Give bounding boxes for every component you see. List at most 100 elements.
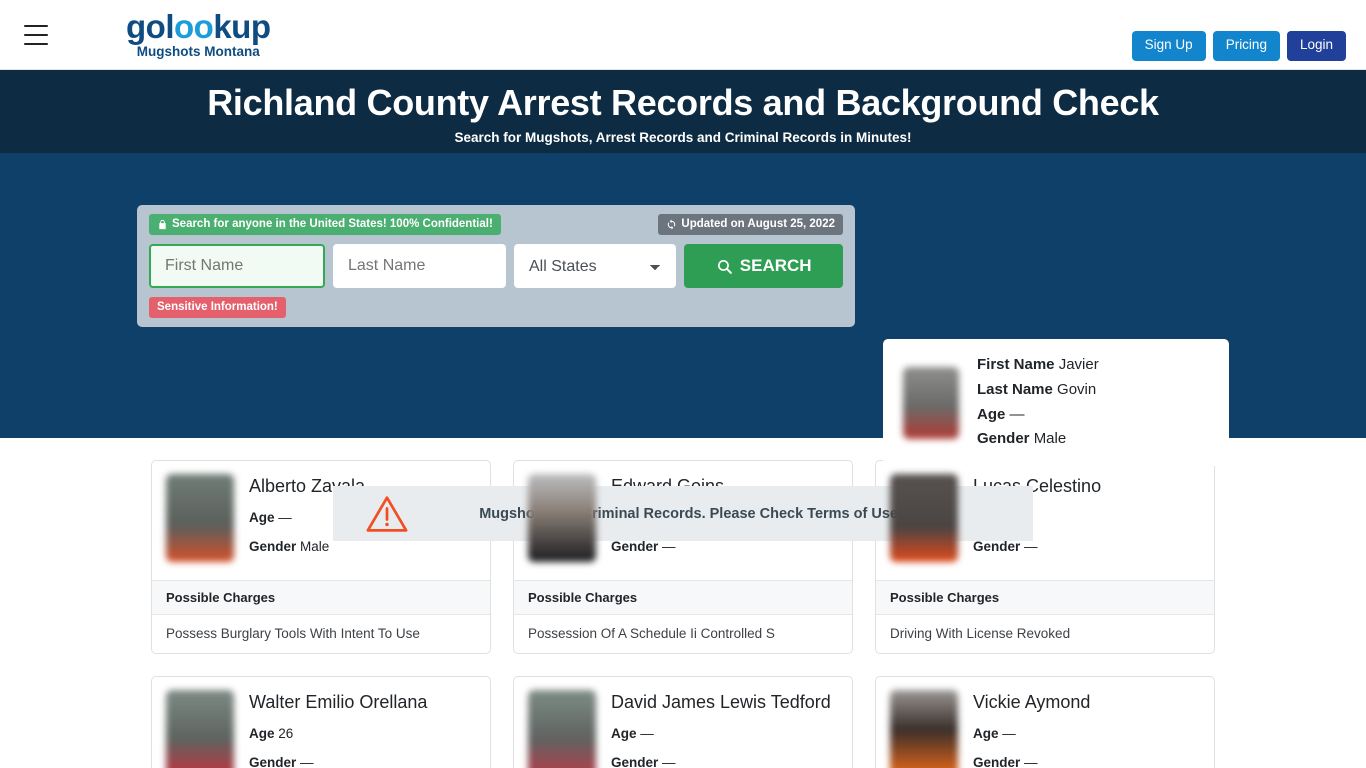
login-button[interactable]: Login	[1286, 31, 1346, 61]
result-gender: Gender —	[611, 539, 724, 554]
sync-icon	[668, 218, 676, 230]
logo-text-right: kup	[213, 8, 271, 46]
logo-wordmark: golookup	[126, 8, 271, 46]
mugshot-image	[166, 474, 234, 562]
hamburger-bar	[24, 33, 48, 36]
result-card-header: Lucas Celestino Age — Gender —	[876, 461, 1214, 580]
result-gender: Gender —	[249, 755, 427, 768]
warning-triangle-icon	[366, 495, 408, 532]
gender-value: —	[1024, 754, 1038, 768]
result-card-info: Walter Emilio Orellana Age 26 Gender —	[249, 690, 427, 768]
updated-badge-text: Updated on August 25, 2022	[681, 218, 835, 230]
logo-text-highlight: oo	[173, 8, 214, 46]
featured-gender-label: Gender	[977, 430, 1030, 448]
hamburger-menu-icon[interactable]	[24, 24, 48, 45]
featured-last-name-value: Govin	[1057, 380, 1097, 398]
age-label: Age	[249, 725, 275, 741]
featured-gender-row: Gender Male	[977, 427, 1099, 452]
mugshot-image	[890, 689, 958, 768]
age-value: —	[640, 725, 654, 741]
gender-value: Male	[300, 538, 330, 554]
result-card-header: David James Lewis Tedford Age — Gender —	[514, 677, 852, 768]
logo-text-left: gol	[126, 8, 174, 46]
lock-icon	[159, 219, 166, 229]
featured-mugshot-image	[903, 366, 959, 439]
hamburger-bar	[24, 42, 48, 45]
result-gender: Gender —	[611, 755, 831, 768]
result-name: Walter Emilio Orellana	[249, 691, 428, 712]
featured-profile-details: First Name Javier Last Name Govin Age — …	[977, 353, 1099, 452]
result-card-info: David James Lewis Tedford Age — Gender —	[611, 690, 831, 768]
gender-value: —	[300, 754, 314, 768]
result-card-header: Walter Emilio Orellana Age 26 Gender —	[152, 677, 490, 768]
possible-charges-text: Possession Of A Schedule Ii Controlled S	[528, 625, 775, 641]
first-name-input[interactable]	[149, 244, 325, 288]
featured-age-row: Age —	[977, 403, 1099, 428]
gender-label: Gender	[611, 754, 659, 768]
gender-label: Gender	[611, 538, 659, 554]
featured-last-name-row: Last Name Govin	[977, 378, 1099, 403]
nav-action-buttons: Sign Up Pricing Login	[1131, 31, 1346, 61]
confidential-badge: Search for anyone in the United States! …	[149, 214, 501, 235]
result-gender: Gender Male	[249, 539, 365, 554]
pricing-button[interactable]: Pricing	[1212, 31, 1280, 61]
result-card[interactable]: Lucas Celestino Age — Gender — Possible …	[875, 460, 1215, 654]
logo-subtitle: Mugshots Montana	[136, 44, 260, 60]
featured-gender-value: Male	[1033, 430, 1067, 448]
result-age: Age —	[973, 726, 1090, 741]
hamburger-bar	[24, 24, 48, 27]
result-name: David James Lewis Tedford	[611, 691, 831, 712]
mugshot-image	[890, 474, 958, 562]
magnifier-icon	[717, 259, 732, 274]
age-label: Age	[249, 509, 275, 525]
result-card[interactable]: Walter Emilio Orellana Age 26 Gender — P…	[151, 675, 491, 768]
mugshot-image	[528, 689, 596, 768]
result-name: Vickie Aymond	[973, 691, 1091, 712]
age-value: —	[1002, 725, 1016, 741]
updated-badge: Updated on August 25, 2022	[658, 214, 843, 235]
gender-value: —	[1024, 538, 1038, 554]
featured-profile-card[interactable]: First Name Javier Last Name Govin Age — …	[883, 339, 1229, 466]
top-navigation-bar: golookup Mugshots Montana Sign Up Pricin…	[0, 0, 1366, 70]
gender-label: Gender	[973, 538, 1021, 554]
age-value: —	[278, 509, 292, 525]
gender-value: —	[662, 538, 676, 554]
featured-last-name-label: Last Name	[977, 380, 1053, 398]
gender-label: Gender	[249, 538, 297, 554]
search-form: All States SEARCH	[149, 244, 843, 288]
gender-label: Gender	[973, 754, 1021, 768]
search-section: Search for anyone in the United States! …	[0, 153, 1366, 541]
gender-label: Gender	[249, 754, 297, 768]
state-select[interactable]: All States	[514, 244, 677, 288]
possible-charges-text: Possess Burglary Tools With Intent To Us…	[166, 625, 420, 641]
result-card-header: Vickie Aymond Age — Gender —	[876, 677, 1214, 768]
signup-button[interactable]: Sign Up	[1131, 31, 1206, 61]
possible-charges-text: Driving With License Revoked	[890, 625, 1071, 641]
search-button-label: SEARCH	[739, 256, 812, 275]
featured-age-value: —	[1009, 405, 1025, 423]
sensitive-information-badge: Sensitive Information!	[149, 297, 286, 318]
mugshot-image	[166, 689, 234, 768]
hero-banner: Richland County Arrest Records and Backg…	[0, 70, 1366, 153]
featured-first-name-row: First Name Javier	[977, 353, 1099, 378]
result-gender: Gender —	[973, 539, 1101, 554]
confidential-badge-text: Search for anyone in the United States! …	[172, 218, 493, 230]
result-age: Age 26	[249, 726, 427, 741]
possible-charges-header: Possible Charges	[876, 579, 1214, 615]
page-title: Richland County Arrest Records and Backg…	[207, 81, 1159, 123]
result-card[interactable]: Vickie Aymond Age — Gender — Possible Ch…	[875, 675, 1215, 768]
last-name-input[interactable]	[333, 244, 506, 288]
result-card[interactable]: David James Lewis Tedford Age — Gender —…	[513, 675, 853, 768]
search-button[interactable]: SEARCH	[684, 244, 843, 288]
age-label: Age	[611, 725, 637, 741]
age-value: 26	[278, 725, 294, 741]
site-logo[interactable]: golookup Mugshots Montana	[126, 8, 271, 60]
page-subtitle: Search for Mugshots, Arrest Records and …	[454, 130, 912, 146]
result-card-info: Vickie Aymond Age — Gender —	[973, 690, 1090, 768]
search-panel: Search for anyone in the United States! …	[137, 205, 855, 327]
featured-first-name-label: First Name	[977, 356, 1055, 373]
possible-charges-header: Possible Charges	[152, 579, 490, 615]
result-age: Age —	[611, 726, 831, 741]
featured-first-name-value: Javier	[1058, 356, 1099, 373]
terms-warning-text: Mugshots and Criminal Records. Please Ch…	[479, 505, 903, 522]
